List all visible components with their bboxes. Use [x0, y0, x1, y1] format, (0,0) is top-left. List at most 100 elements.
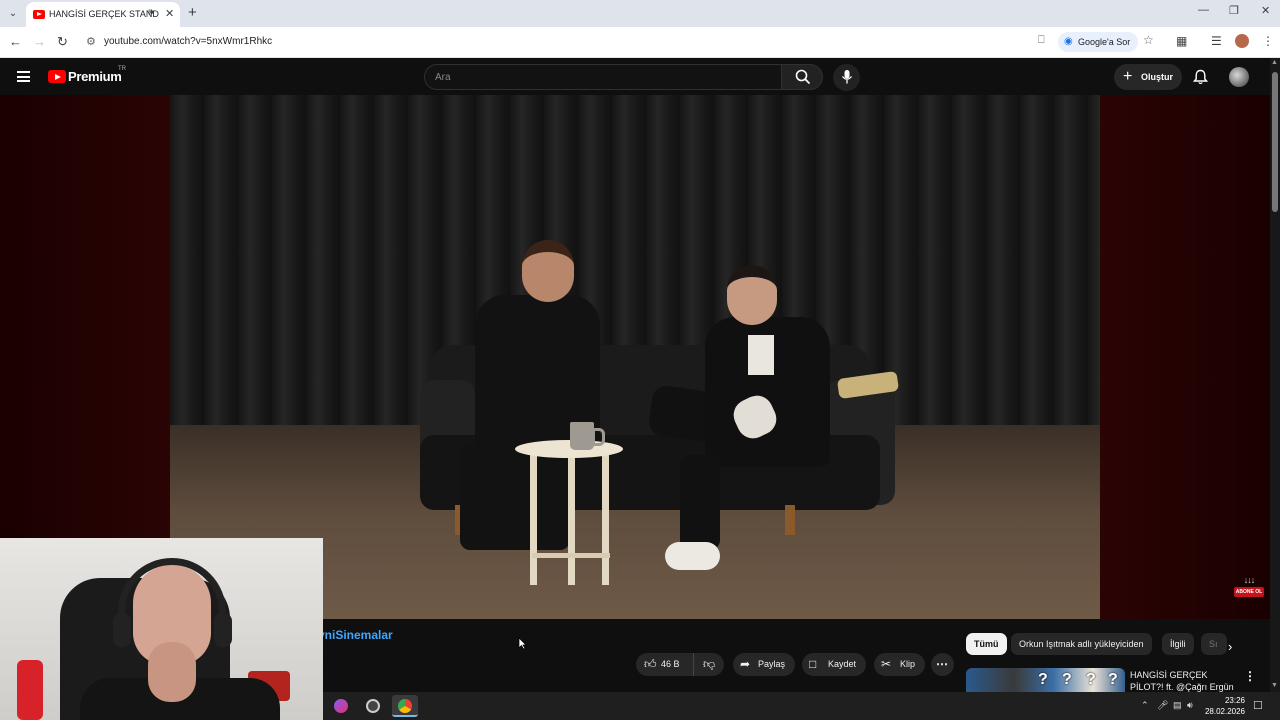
messenger-icon [334, 699, 348, 713]
browser-tab-active[interactable]: HANGİSİ GERÇEK STAND-U 🕪 ✕ [26, 2, 180, 27]
more-actions-button[interactable]: ⋯ [931, 653, 954, 676]
chip-more[interactable]: Sı [1201, 633, 1227, 655]
speaker-icon[interactable]: 🕪 [148, 7, 154, 18]
table-leg [568, 455, 575, 585]
bookmark-star-icon[interactable]: ☆ [1143, 33, 1154, 47]
back-arrow-icon[interactable]: ← [9, 33, 22, 51]
voice-search-button[interactable] [833, 64, 860, 91]
youtube-premium-logo[interactable]: Premium [68, 69, 122, 84]
table-crossbar [532, 553, 610, 558]
headset-earcup-left [113, 613, 131, 647]
chip-from-uploader[interactable]: Orkun Işıtmak adlı yükleyiciden [1011, 633, 1152, 655]
guide-menu-icon[interactable] [17, 71, 30, 82]
person-right-shin [680, 455, 720, 550]
create-button[interactable]: + Oluştur [1114, 64, 1182, 90]
minimize-icon[interactable]: — [1198, 4, 1209, 16]
youtube-logo-icon[interactable] [48, 70, 66, 83]
recommended-video-title[interactable]: HANGİSİ GERÇEK PİLOT?! ft. @Çağrı Ergün [1130, 669, 1236, 693]
person-left-legs [460, 445, 570, 550]
search-box [424, 64, 782, 90]
region-code: TR [118, 66, 126, 72]
scrollbar-thumb[interactable] [1272, 72, 1278, 212]
search-icon [795, 69, 811, 85]
search-input[interactable] [435, 70, 765, 85]
restore-icon[interactable]: ❐ [1229, 4, 1239, 17]
tab-search-chevron-icon[interactable]: ⌄ [4, 5, 22, 23]
google-sor-button[interactable]: ◉ Google'a Sor [1058, 32, 1139, 52]
chip-all[interactable]: Tümü [966, 633, 1007, 655]
account-avatar[interactable] [1229, 67, 1249, 87]
create-label: Oluştur [1141, 72, 1174, 82]
extensions-puzzle-icon[interactable]: ▦ [1176, 34, 1187, 48]
google-sor-label: Google'a Sor [1078, 37, 1131, 47]
google-lens-icon: ◉ [1064, 36, 1073, 47]
notifications-bell-icon[interactable] [1193, 69, 1208, 85]
chip-related[interactable]: İlgili [1162, 633, 1194, 655]
like-dislike-group: 👍︎ 46 B 👎︎ [636, 653, 724, 676]
coffee-mug [570, 422, 605, 450]
person-right-shirt [748, 335, 774, 375]
tray-expand-icon[interactable]: ⌃ [1141, 700, 1149, 711]
recommended-video-thumbnail[interactable]: ? ? ? ? [966, 668, 1125, 692]
microphone-icon [841, 70, 853, 84]
page-scrollbar[interactable]: ▲ ▼ [1270, 58, 1280, 692]
notification-center-icon[interactable]: ☐ [1253, 699, 1263, 712]
headset-icon [118, 558, 226, 638]
clip-button[interactable]: ✂ Klip [874, 653, 925, 676]
youtube-masthead: Premium TR + Oluştur [0, 58, 1270, 95]
share-arrow-icon: ➦ [740, 657, 751, 671]
chevron-right-icon[interactable]: › [1228, 639, 1232, 654]
like-button[interactable]: 👍︎ 46 B [636, 653, 691, 676]
ambient-glow-right [1100, 95, 1270, 619]
channel-name[interactable]: yniSinemalar [318, 628, 393, 642]
microphone-tray-icon[interactable]: 🎤︎ [1157, 700, 1168, 711]
profile-avatar[interactable] [1235, 34, 1249, 48]
sofa-leg [785, 505, 795, 535]
person-left-head [522, 240, 574, 302]
youtube-favicon-icon [33, 10, 45, 19]
webcam-red-object [17, 660, 43, 720]
windows-taskbar: ⌃ 🎤︎ ▤ 🔊︎ 23:26 28.02.2026 ☐ [323, 692, 1280, 720]
reload-icon[interactable]: ↻ [57, 33, 68, 51]
taskbar-app-messenger[interactable] [328, 695, 354, 717]
subscribe-watermark[interactable]: ↓↓↓ ABONE OL [1234, 575, 1264, 597]
tab-title: HANGİSİ GERÇEK STAND-U [49, 9, 159, 19]
tab-close-icon[interactable]: ✕ [165, 7, 174, 20]
new-tab-plus-icon[interactable]: + [188, 4, 197, 21]
scissors-icon: ✂ [881, 657, 892, 671]
chrome-icon [398, 699, 412, 713]
streamer-hand [148, 642, 196, 702]
taskbar-app-chrome[interactable] [392, 695, 418, 717]
site-info-icon[interactable]: ⚙ [86, 35, 96, 48]
share-label: Paylaş [758, 659, 786, 669]
dislike-button[interactable]: 👎︎ [693, 653, 724, 676]
search-button[interactable] [781, 64, 823, 90]
more-horizontal-icon: ⋯ [936, 657, 949, 671]
volume-icon[interactable]: 🔊︎ [1187, 700, 1193, 711]
kebab-menu-icon[interactable]: ⋮ [1244, 669, 1256, 683]
sneaker [665, 542, 720, 570]
like-count: 46 B [661, 659, 680, 669]
media-controls-icon[interactable]: ☰ [1211, 34, 1222, 48]
forward-arrow-icon[interactable]: → [33, 33, 46, 51]
url-text[interactable]: youtube.com/watch?v=5nxWmr1Rhkc [104, 36, 272, 47]
window-close-icon[interactable]: ✕ [1261, 4, 1270, 17]
scroll-up-arrow-icon[interactable]: ▲ [1271, 59, 1278, 66]
share-button[interactable]: ➦ Paylaş [733, 653, 795, 676]
network-icon[interactable]: ▤ [1173, 700, 1182, 711]
install-app-icon[interactable]: ⎕ [1038, 34, 1045, 47]
table-leg [602, 455, 609, 585]
clip-label: Klip [900, 659, 916, 669]
clock-time: 23:26 [1224, 696, 1245, 705]
browser-toolbar: ← → ↻ ⚙ youtube.com/watch?v=5nxWmr1Rhkc … [0, 27, 1280, 58]
webcam-overlay [0, 538, 323, 720]
down-arrows-icon: ↓↓↓ [1243, 575, 1256, 585]
thumbs-down-icon: 👎︎ [703, 657, 716, 671]
save-button[interactable]: □ Kaydet [802, 653, 866, 676]
taskbar-app-recorder[interactable] [360, 695, 386, 717]
mouse-cursor-icon [518, 637, 527, 650]
scroll-down-arrow-icon[interactable]: ▼ [1271, 682, 1278, 689]
system-clock[interactable]: 23:26 28.02.2026 [1201, 695, 1245, 717]
chrome-menu-icon[interactable]: ⋮ [1262, 34, 1274, 48]
address-bar[interactable]: ⚙ youtube.com/watch?v=5nxWmr1Rhkc ⎕ ◉ Go… [80, 30, 1165, 54]
